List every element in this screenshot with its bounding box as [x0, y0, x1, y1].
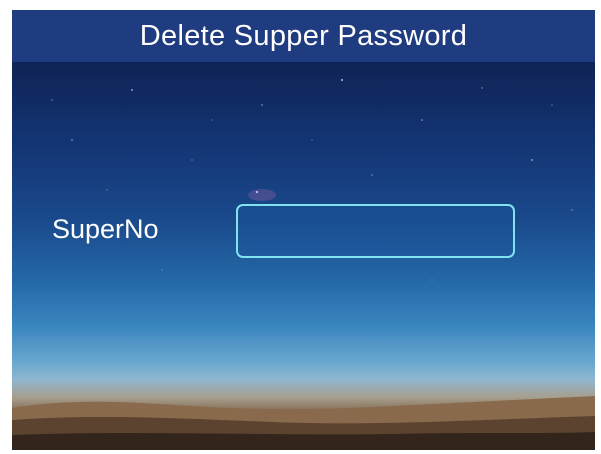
page-title: Delete Supper Password [139, 19, 468, 52]
title-bar: Delete Supper Password [12, 10, 595, 62]
landscape-horizon [12, 396, 595, 450]
device-screen: Delete Supper Password SuperNo [12, 10, 595, 450]
super-no-label: SuperNo [52, 214, 159, 244]
super-no-input[interactable] [236, 204, 515, 258]
